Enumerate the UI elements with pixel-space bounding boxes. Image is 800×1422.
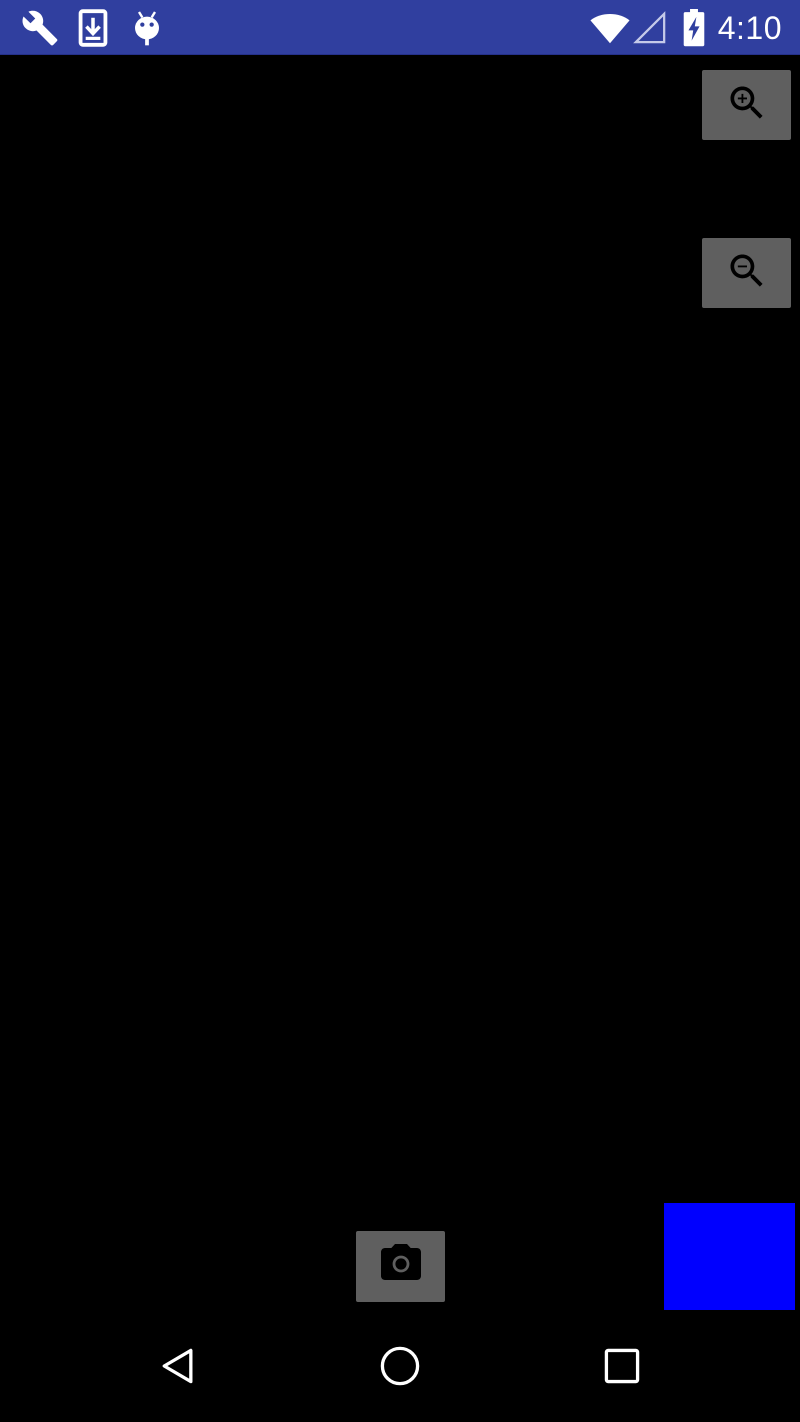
zoom-out-button[interactable] [702, 238, 791, 308]
photo-preview-thumbnail[interactable] [664, 1203, 795, 1310]
camera-viewfinder[interactable] [0, 55, 800, 1315]
status-bar: 4:10 [0, 0, 800, 55]
back-button[interactable] [138, 1335, 218, 1401]
camera-icon [377, 1240, 425, 1293]
status-bar-clock: 4:10 [717, 10, 782, 46]
battery-charging-icon [680, 8, 708, 48]
navigation-bar [0, 1315, 800, 1422]
android-debug-icon [130, 8, 164, 48]
capture-button[interactable] [356, 1231, 445, 1302]
download-icon [76, 8, 110, 48]
home-icon [378, 1344, 422, 1393]
cellular-signal-icon [632, 8, 668, 48]
camera-app-screen: 4:10 [0, 0, 800, 1422]
zoom-in-icon [725, 81, 769, 130]
back-icon [156, 1344, 200, 1393]
wifi-icon [588, 8, 632, 48]
wrench-icon [20, 8, 60, 48]
recents-button[interactable] [582, 1335, 662, 1401]
home-button[interactable] [360, 1335, 440, 1401]
recents-icon [600, 1344, 644, 1393]
zoom-in-button[interactable] [702, 70, 791, 140]
zoom-out-icon [725, 249, 769, 298]
